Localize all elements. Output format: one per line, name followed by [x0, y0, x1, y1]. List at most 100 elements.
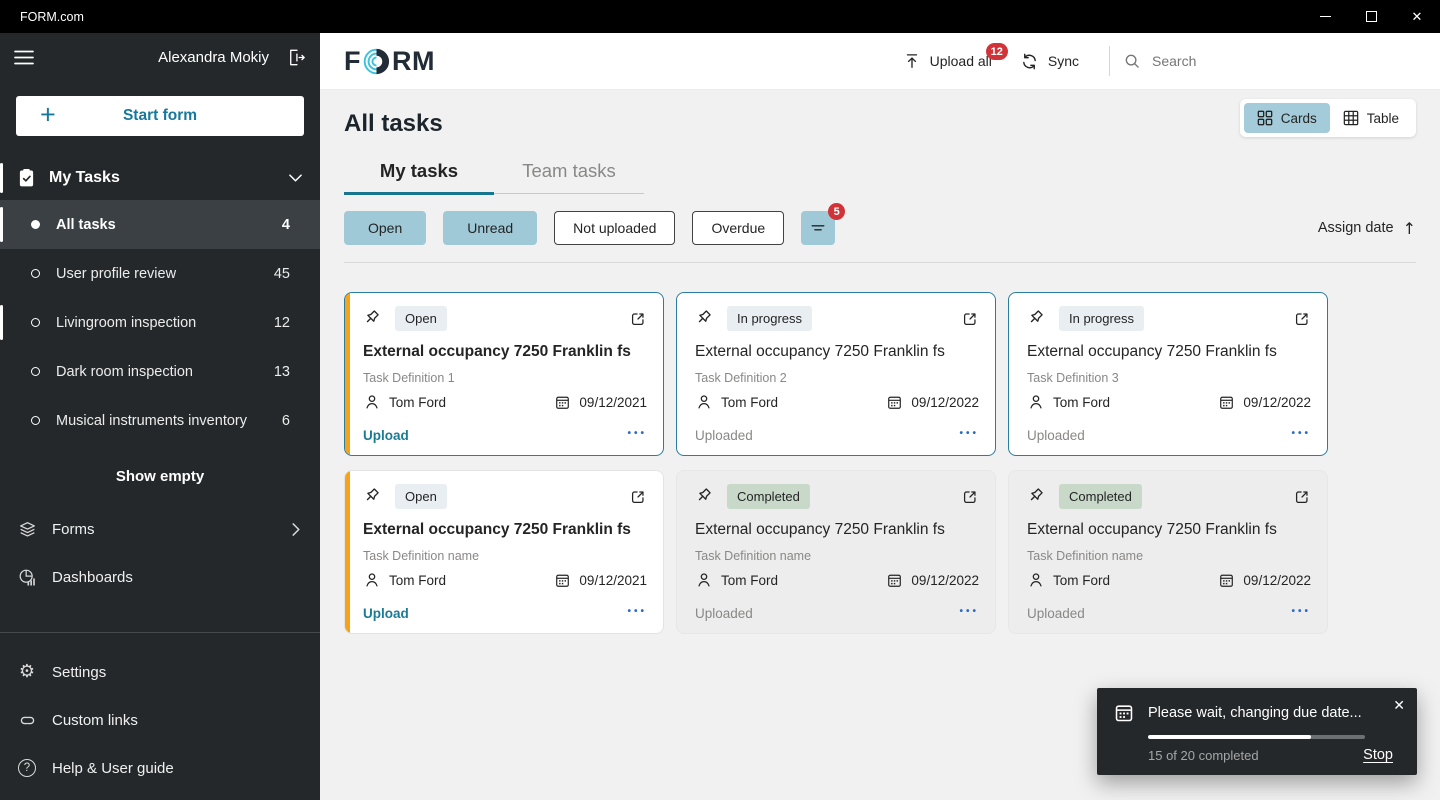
sidebar-item-forms[interactable]: Forms [0, 505, 320, 553]
filter-chip-unread[interactable]: Unread [443, 211, 537, 245]
more-options-icon[interactable]: ••• [627, 607, 647, 620]
cards-grid-icon [1257, 110, 1273, 126]
search-input[interactable] [1152, 53, 1372, 69]
pin-icon [363, 309, 382, 328]
user-name: Alexandra Mokiy [158, 49, 269, 66]
table-view-label: Table [1367, 111, 1399, 126]
upload-status: Uploaded [695, 606, 753, 621]
sidebar-item-custom-links[interactable]: Custom links [0, 696, 320, 744]
sidebar-divider [0, 632, 320, 633]
cards-view-label: Cards [1281, 111, 1317, 126]
assignee-name: Tom Ford [389, 395, 446, 410]
open-external-icon[interactable] [629, 488, 647, 506]
close-icon[interactable]: ✕ [1393, 698, 1405, 712]
more-options-icon[interactable]: ••• [959, 607, 979, 620]
app-title: FORM.com [20, 10, 84, 24]
open-external-icon[interactable] [961, 488, 979, 506]
show-empty-button[interactable]: Show empty [116, 461, 204, 491]
filter-chip-not-uploaded[interactable]: Not uploaded [554, 211, 675, 245]
due-date: 09/12/2021 [579, 395, 647, 410]
tasks-tabs: My tasks Team tasks [344, 160, 644, 194]
task-title: External occupancy 7250 Franklin fs [1027, 343, 1311, 361]
task-list-count: 4 [282, 217, 290, 233]
task-card[interactable]: Completed External occupancy 7250 Frankl… [676, 470, 996, 634]
task-card[interactable]: Completed External occupancy 7250 Frankl… [1008, 470, 1328, 634]
calendar-icon [554, 572, 571, 589]
sidebar-item-dashboards[interactable]: Dashboards [0, 553, 320, 601]
due-date: 09/12/2022 [911, 573, 979, 588]
bullet-icon [31, 416, 40, 425]
more-options-icon[interactable]: ••• [1291, 429, 1311, 442]
calendar-icon [1218, 572, 1235, 589]
tab-my-tasks[interactable]: My tasks [344, 160, 494, 195]
pin-icon [695, 309, 714, 328]
question-icon: ? [17, 759, 37, 777]
upload-link[interactable]: Upload [363, 428, 409, 443]
task-list-label: User profile review [56, 266, 176, 282]
filter-chip-open[interactable]: Open [344, 211, 426, 245]
task-card[interactable]: In progress External occupancy 7250 Fran… [1008, 292, 1328, 456]
upload-all-button[interactable]: Upload all 12 [903, 52, 992, 70]
nav-label: Dashboards [52, 569, 133, 586]
pin-icon [1027, 487, 1046, 506]
open-external-icon[interactable] [629, 310, 647, 328]
sort-control[interactable]: Assign date ↑ [1318, 219, 1416, 238]
task-list-label: Dark room inspection [56, 364, 193, 380]
stop-button[interactable]: Stop [1363, 747, 1393, 763]
bullet-icon [31, 318, 40, 327]
logo-o-icon [362, 47, 391, 76]
more-options-icon[interactable]: ••• [1291, 607, 1311, 620]
filter-chip-overdue[interactable]: Overdue [692, 211, 784, 245]
close-button[interactable]: ✕ [1394, 0, 1440, 33]
sidebar-item-all-tasks[interactable]: All tasks 4 [0, 200, 320, 249]
more-options-icon[interactable]: ••• [627, 429, 647, 442]
task-card[interactable]: In progress External occupancy 7250 Fran… [676, 292, 996, 456]
table-view-button[interactable]: Table [1330, 103, 1412, 133]
sidebar-section-my-tasks[interactable]: My Tasks [0, 156, 320, 200]
upload-status: Uploaded [1027, 428, 1085, 443]
more-options-icon[interactable]: ••• [959, 429, 979, 442]
due-date: 09/12/2021 [579, 573, 647, 588]
filter-count-badge: 5 [828, 203, 845, 220]
more-filters-button[interactable]: 5 [801, 211, 835, 245]
clipboard-icon [18, 168, 35, 188]
upload-status: Uploaded [695, 428, 753, 443]
due-date: 09/12/2022 [1243, 573, 1311, 588]
open-external-icon[interactable] [1293, 310, 1311, 328]
maximize-button[interactable] [1348, 0, 1394, 33]
assignee-name: Tom Ford [1053, 573, 1110, 588]
sidebar-item-settings[interactable]: ⚙ Settings [0, 648, 320, 696]
cards-view-button[interactable]: Cards [1244, 103, 1330, 133]
sign-out-button[interactable] [285, 47, 306, 68]
start-form-button[interactable]: + Start form [16, 96, 304, 136]
sidebar-item-musical-instruments-inventory[interactable]: Musical instruments inventory 6 [0, 396, 320, 445]
open-external-icon[interactable] [961, 310, 979, 328]
task-card[interactable]: Open External occupancy 7250 Franklin fs… [344, 470, 664, 634]
sync-button[interactable]: Sync [1020, 52, 1079, 71]
task-definition: Task Definition name [1027, 549, 1311, 563]
sidebar-item-help[interactable]: ? Help & User guide [0, 744, 320, 792]
upload-link[interactable]: Upload [363, 606, 409, 621]
minimize-button[interactable] [1302, 0, 1348, 33]
app-header: F RM Upload all 12 Sync [320, 33, 1440, 90]
status-badge: In progress [727, 306, 812, 331]
open-external-icon[interactable] [1293, 488, 1311, 506]
sort-label: Assign date [1318, 220, 1394, 236]
upload-count-badge: 12 [986, 43, 1008, 60]
sidebar-item-livingroom-inspection[interactable]: Livingroom inspection 12 [0, 298, 320, 347]
sidebar-item-user-profile-review[interactable]: User profile review 45 [0, 249, 320, 298]
logo-letters-rm: RM [392, 46, 435, 77]
task-card[interactable]: Open External occupancy 7250 Franklin fs… [344, 292, 664, 456]
sync-icon [1020, 52, 1039, 71]
calendar-icon [554, 394, 571, 411]
tab-team-tasks[interactable]: Team tasks [494, 160, 644, 193]
assignee-name: Tom Ford [389, 573, 446, 588]
task-title: External occupancy 7250 Franklin fs [695, 343, 979, 361]
task-list-count: 6 [282, 413, 290, 429]
sidebar-item-dark-room-inspection[interactable]: Dark room inspection 13 [0, 347, 320, 396]
upload-status: Uploaded [1027, 606, 1085, 621]
view-toggle: Cards Table [1240, 99, 1416, 137]
task-list-count: 12 [274, 315, 290, 331]
sidebar-header: Alexandra Mokiy [0, 33, 320, 68]
menu-button[interactable] [14, 50, 34, 65]
